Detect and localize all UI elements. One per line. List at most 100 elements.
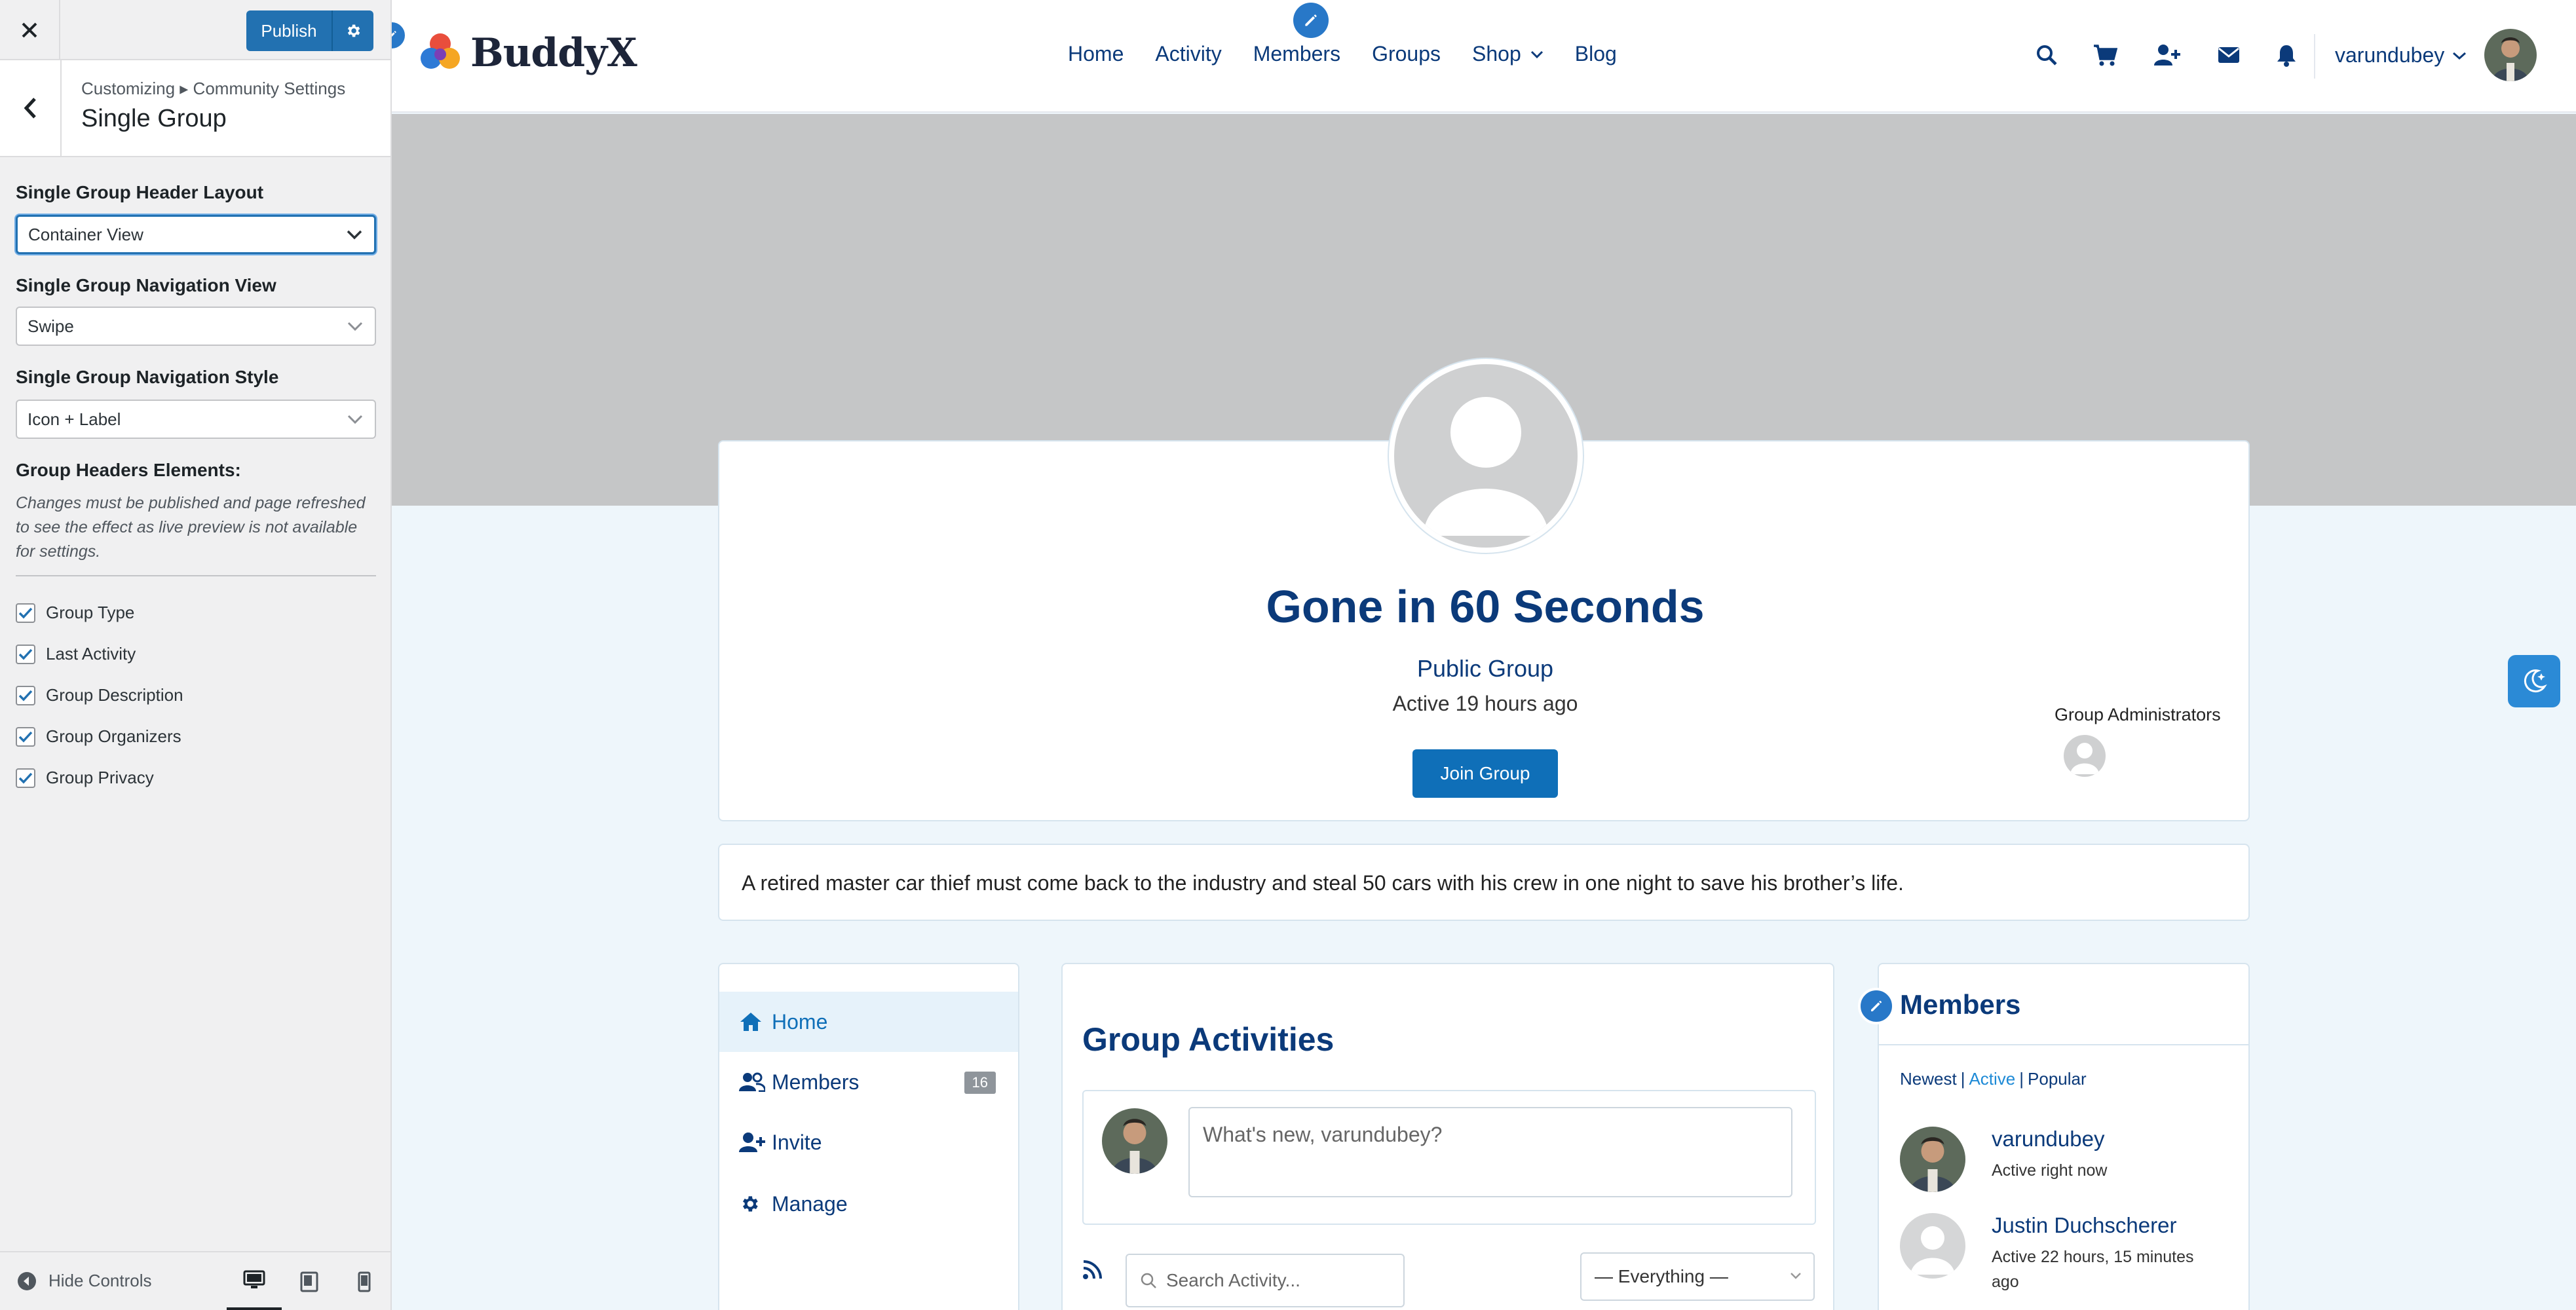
users-icon xyxy=(739,1072,765,1092)
search-button[interactable] xyxy=(2035,43,2058,67)
publish-button[interactable]: Publish xyxy=(246,10,333,51)
member-avatar[interactable] xyxy=(1900,1213,1965,1279)
chevron-down-icon xyxy=(347,322,363,331)
nav-blog[interactable]: Blog xyxy=(1575,42,1617,66)
group-type: Public Group xyxy=(1416,655,1554,682)
header-separator xyxy=(2314,34,2315,79)
header-layout-select[interactable]: Container View xyxy=(16,215,376,254)
group-title: Gone in 60 Seconds xyxy=(1266,581,1705,632)
activities-title: Group Activities xyxy=(1082,1021,1335,1058)
checkbox-group-type[interactable]: Group Type xyxy=(16,603,134,623)
navigation-view-select[interactable]: Swipe xyxy=(16,307,376,346)
group-avatar xyxy=(1388,358,1584,554)
nav-activity[interactable]: Activity xyxy=(1155,42,1221,66)
nav-groups[interactable]: Groups xyxy=(1372,42,1441,66)
nav-shop-label: Shop xyxy=(1472,42,1521,66)
header-elements-note: Changes must be published and page refre… xyxy=(16,494,366,561)
group-nav-invite[interactable]: Invite xyxy=(719,1112,1018,1172)
chevron-down-icon xyxy=(347,415,363,424)
navigation-view-label: Single Group Navigation View xyxy=(16,275,276,295)
device-desktop-button[interactable] xyxy=(227,1252,282,1310)
header-layout-label: Single Group Header Layout xyxy=(16,182,264,202)
group-admin-avatar[interactable] xyxy=(2064,735,2106,777)
tab-newest[interactable]: Newest xyxy=(1900,1069,1957,1089)
default-avatar-icon xyxy=(2070,743,2099,774)
member-name[interactable]: Justin Duchscherer xyxy=(1992,1213,2176,1238)
default-avatar-icon xyxy=(1423,397,1549,536)
checkbox-box[interactable] xyxy=(16,685,35,705)
bell-icon xyxy=(2277,45,2296,67)
gear-icon xyxy=(347,24,360,37)
checkbox-box[interactable] xyxy=(16,603,35,623)
members-widget-title: Members xyxy=(1900,989,2021,1020)
section-title: Single Group xyxy=(81,105,227,132)
customizer-panel: Publish Customizing ▸ Community Settings… xyxy=(0,0,392,1310)
publish-button-group: Publish xyxy=(246,10,373,51)
friend-requests-button[interactable] xyxy=(2154,43,2180,67)
navigation-style-select[interactable]: Icon + Label xyxy=(16,400,376,439)
back-button[interactable] xyxy=(0,60,62,156)
nav-members[interactable]: Members xyxy=(1253,42,1340,66)
activity-filter-select[interactable]: — Everything — xyxy=(1580,1252,1815,1301)
members-widget: Members Newest | Active | Popular varund… xyxy=(1878,963,2250,1310)
edit-widget-shortcut[interactable] xyxy=(1858,988,1895,1024)
checkbox-group-organizers[interactable]: Group Organizers xyxy=(16,726,181,747)
hide-controls-button[interactable]: Hide Controls xyxy=(17,1271,152,1291)
device-tablet-button[interactable] xyxy=(282,1252,337,1310)
activity-filter-value: — Everything — xyxy=(1595,1266,1728,1286)
checkbox-label: Group Description xyxy=(46,685,183,705)
group-nav-manage[interactable]: Manage xyxy=(719,1174,1018,1234)
search-icon xyxy=(2037,45,2057,66)
pencil-icon xyxy=(392,31,396,37)
customizer-header: Publish xyxy=(0,0,390,60)
rss-icon xyxy=(1083,1260,1102,1279)
search-activity-input[interactable]: Search Activity... xyxy=(1126,1254,1405,1307)
tab-popular[interactable]: Popular xyxy=(2028,1069,2087,1089)
members-filter-tabs: Newest | Active | Popular xyxy=(1900,1069,2087,1089)
checkbox-group-privacy[interactable]: Group Privacy xyxy=(16,768,154,788)
user-photo xyxy=(2484,29,2537,81)
divider xyxy=(16,575,376,576)
checkbox-last-activity[interactable]: Last Activity xyxy=(16,644,136,664)
chevron-down-icon xyxy=(1790,1273,1801,1279)
group-nav-home[interactable]: Home xyxy=(719,992,1018,1052)
checkbox-box[interactable] xyxy=(16,644,35,664)
notifications-button[interactable] xyxy=(2276,43,2297,67)
nav-home[interactable]: Home xyxy=(1068,42,1124,66)
checkbox-group-description[interactable]: Group Description xyxy=(16,685,183,705)
tab-active[interactable]: Active xyxy=(1969,1069,2015,1089)
user-avatar[interactable] xyxy=(2484,29,2537,81)
edit-menu-shortcut[interactable] xyxy=(1293,3,1329,38)
cart-button[interactable] xyxy=(2093,43,2117,67)
pencil-icon xyxy=(1305,14,1317,26)
member-name[interactable]: varundubey xyxy=(1992,1127,2104,1151)
member-avatar[interactable] xyxy=(1900,1127,1965,1192)
whats-new-input[interactable]: What's new, varundubey? xyxy=(1188,1107,1792,1197)
main-navigation: Home Activity Members Groups Shop Blog xyxy=(1068,42,1648,66)
group-nav-label: Invite xyxy=(772,1130,822,1154)
nav-shop[interactable]: Shop xyxy=(1472,42,1544,66)
user-photo xyxy=(1900,1127,1965,1192)
user-photo xyxy=(1102,1108,1167,1174)
device-mobile-button[interactable] xyxy=(337,1252,392,1310)
dark-mode-toggle[interactable] xyxy=(2508,655,2560,707)
header-layout-value: Container View xyxy=(28,224,143,244)
chevron-down-icon xyxy=(347,230,362,240)
site-header: BuddyX Home Activity Members Groups Shop… xyxy=(392,0,2576,113)
rss-feed-link[interactable] xyxy=(1082,1259,1103,1280)
site-logo[interactable]: BuddyX xyxy=(418,30,637,76)
group-nav-members[interactable]: Members 16 xyxy=(719,1052,1018,1112)
checkbox-box[interactable] xyxy=(16,726,35,747)
close-customizer-button[interactable] xyxy=(0,0,60,60)
tablet-icon xyxy=(300,1271,318,1292)
section-header: Customizing ▸ Community Settings Single … xyxy=(0,60,390,157)
whats-new-form: What's new, varundubey? xyxy=(1082,1090,1816,1225)
checkbox-box[interactable] xyxy=(16,768,35,788)
checkmark-icon xyxy=(18,648,33,660)
messages-button[interactable] xyxy=(2217,43,2241,67)
pencil-icon xyxy=(1871,1001,1882,1011)
moon-icon xyxy=(2524,669,2547,693)
user-menu-toggle[interactable]: varundubey xyxy=(2335,43,2467,67)
publish-settings-button[interactable] xyxy=(333,10,373,51)
join-group-button[interactable]: Join Group xyxy=(1412,749,1558,798)
